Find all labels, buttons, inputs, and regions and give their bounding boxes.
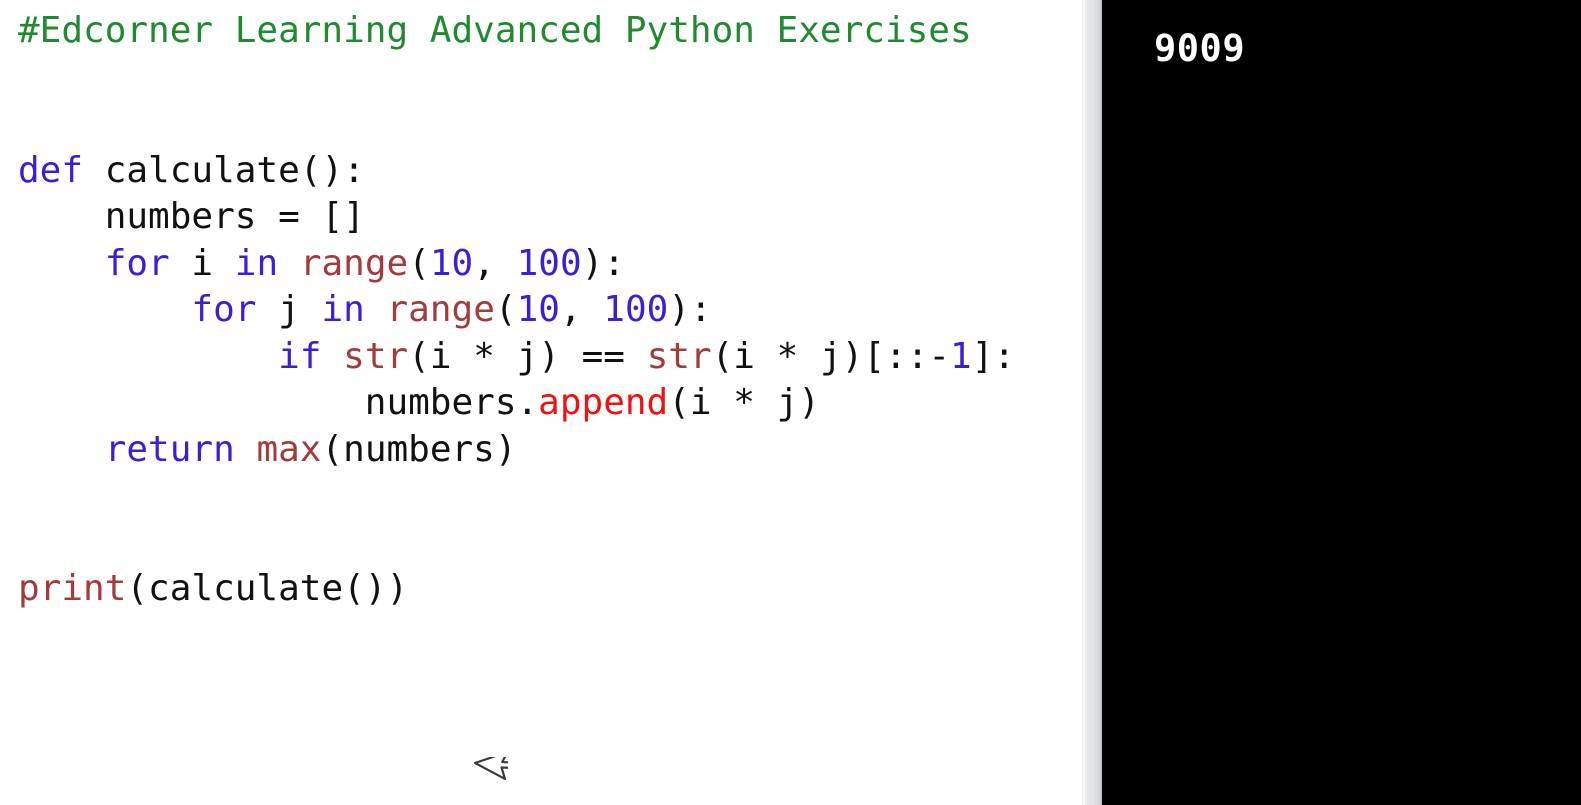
code-line: numbers = [] [0,194,1082,241]
code-line: print(calculate()) [0,566,1082,613]
code-token-plain: i [169,242,235,284]
code-line: if str(i * j) == str(i * j)[::-1]: [0,334,1082,381]
code-token-plain: calculate(): [104,149,365,191]
code-token-keyword: in [234,242,279,284]
code-token-plain: numbers. [18,382,539,423]
code-token-plain: ): [668,289,712,330]
code-token-number: 100 [516,242,582,284]
code-line: return max(numbers) [0,427,1082,474]
code-token-keyword: return [104,428,235,470]
code-token-plain: , [473,242,517,284]
code-token-builtin: range [299,242,409,284]
code-token-plain: numbers = [] [18,196,365,237]
code-token-plain: ]: [971,335,1016,377]
output-console-pane[interactable]: 9009 [1102,0,1581,805]
code-token-builtin: range [386,289,495,330]
code-line: for i in range(10, 100): [0,241,1082,288]
console-output-text: 9009 [1154,27,1246,70]
code-token-comment: #Edcorner Learning Advanced Python Exerc… [18,10,972,51]
code-token-func: append [538,382,669,423]
code-token-plain: (calculate()) [126,568,409,609]
code-token-keyword: in [321,289,365,330]
code-token-keyword: for [104,242,170,284]
code-token-keyword: if [278,335,322,377]
code-token-plain: , [559,289,604,330]
ide-window: #Edcorner Learning Advanced Python Exerc… [0,0,1581,805]
mouse-pointer-arrow-icon [473,757,508,781]
code-line: #Edcorner Learning Advanced Python Exerc… [0,8,1082,55]
code-editor-pane[interactable]: #Edcorner Learning Advanced Python Exerc… [0,0,1082,805]
code-token-plain: j [256,289,322,330]
code-line: for j in range(10, 100): [0,287,1082,334]
code-token-plain: ( [494,289,517,330]
code-editor-text[interactable]: #Edcorner Learning Advanced Python Exerc… [0,0,1082,613]
code-token-number: 1 [950,335,972,377]
code-token-number: 10 [429,242,474,284]
code-token-plain: (i * j)[::- [711,335,951,377]
code-token-builtin: max [256,428,322,470]
code-token-keyword: def [18,149,105,191]
code-line: def calculate(): [0,148,1082,195]
code-token-builtin: str [646,335,712,377]
code-token-plain: ( [408,242,430,284]
code-token-builtin: str [343,335,409,377]
code-token-number: 10 [516,289,560,330]
code-token-plain: ): [581,242,625,284]
code-token-number: 100 [603,289,669,330]
code-token-plain: (numbers) [321,428,517,470]
code-token-plain: (i * j) == [408,335,647,377]
code-token-keyword: for [191,289,257,330]
code-line: numbers.append(i * j) [0,380,1082,427]
code-token-plain: (i * j) [668,382,820,423]
pane-splitter[interactable] [1082,0,1102,805]
code-token-print: print [18,568,127,609]
